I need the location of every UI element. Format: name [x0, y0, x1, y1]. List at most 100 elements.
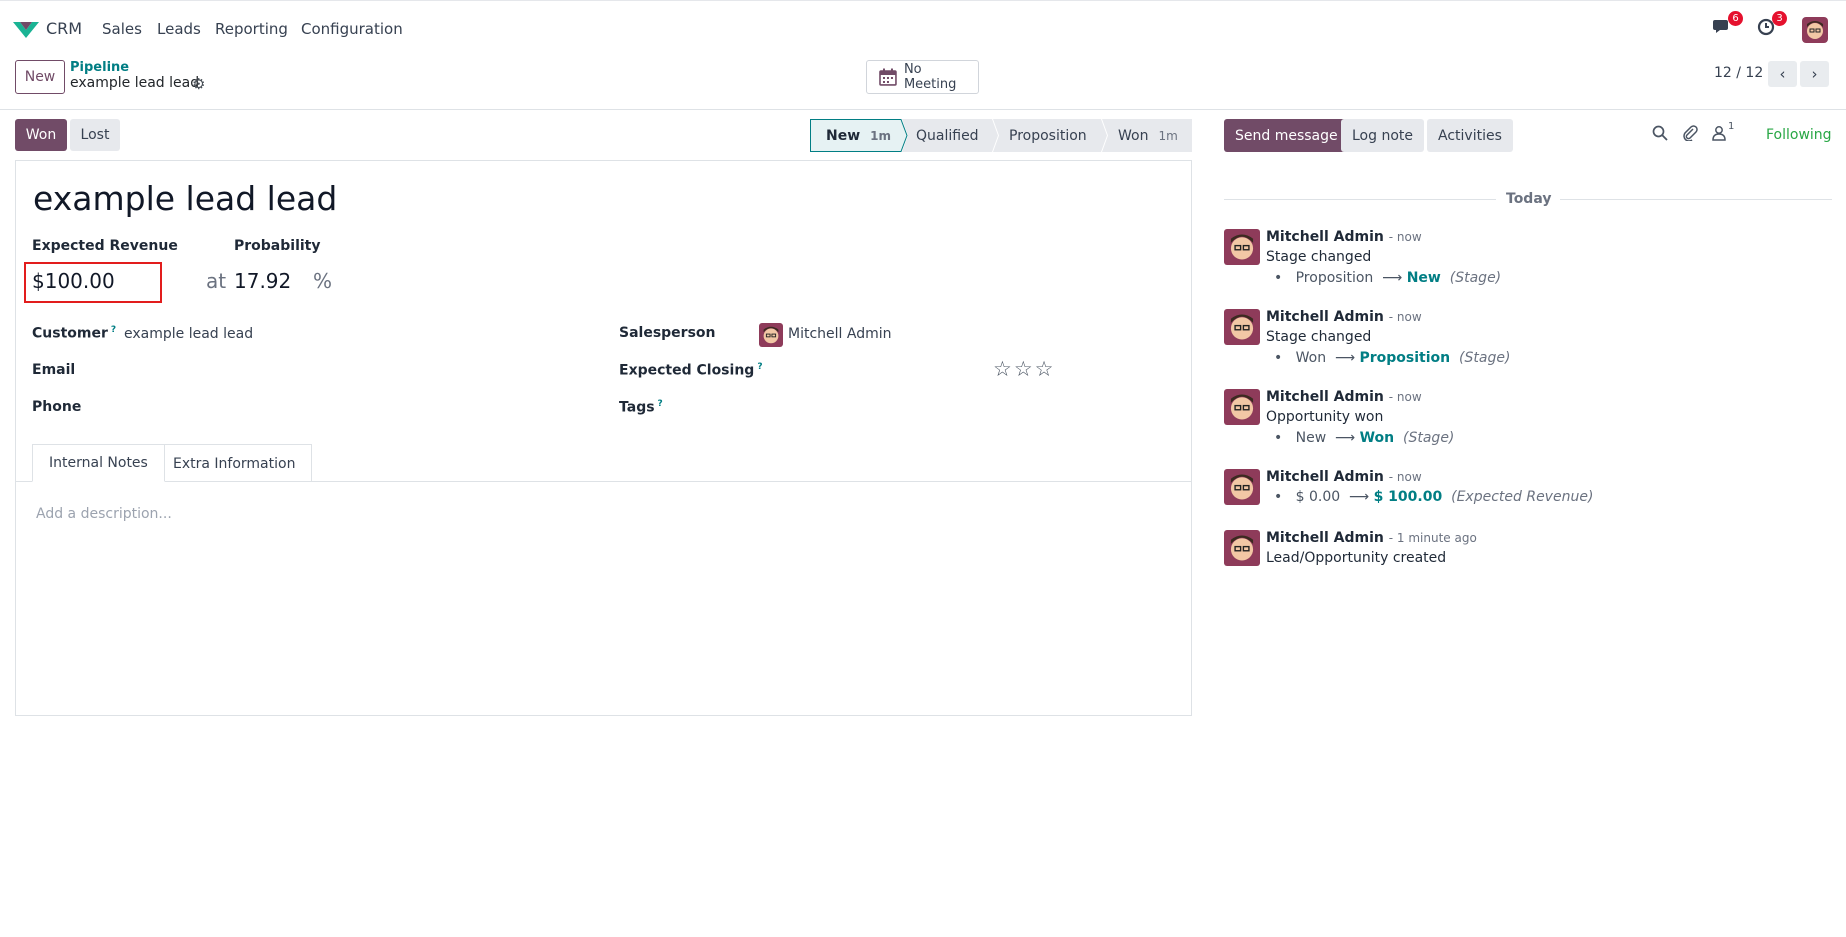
chevron-right-icon: ›	[1811, 65, 1818, 83]
new-value: Won	[1359, 430, 1395, 446]
description-editor[interactable]: Add a description...	[36, 506, 172, 522]
expected-closing-label: Expected Closing?	[619, 362, 763, 379]
menu-reporting[interactable]: Reporting	[215, 20, 288, 38]
customer-label-text: Customer	[32, 325, 108, 342]
stage-new[interactable]: New 1m	[826, 119, 891, 152]
author-avatar[interactable]	[1224, 530, 1260, 566]
star-icon[interactable]: ☆	[1014, 357, 1035, 381]
message-author[interactable]: Mitchell Admin - 1 minute ago	[1266, 530, 1477, 546]
expected-closing-label-text: Expected Closing	[619, 362, 755, 379]
stage-won-duration: 1m	[1158, 128, 1178, 143]
probability-input[interactable]: 17.92	[234, 269, 291, 293]
pager-previous-button[interactable]: ‹	[1768, 61, 1797, 87]
star-icon[interactable]: ☆	[1035, 357, 1056, 381]
avatar-icon	[1224, 309, 1260, 345]
message-body: Stage changed	[1266, 249, 1372, 265]
author-avatar[interactable]	[1224, 469, 1260, 505]
email-field[interactable]	[124, 359, 594, 383]
new-value: Proposition	[1359, 350, 1451, 366]
message-author[interactable]: Mitchell Admin - now	[1266, 389, 1422, 405]
date-separator: Today	[1506, 191, 1552, 207]
new-button[interactable]: New	[15, 60, 65, 94]
salesperson-field[interactable]: Mitchell Admin	[788, 326, 892, 342]
stage-proposition-label: Proposition	[1009, 127, 1087, 144]
pager-next-button[interactable]: ›	[1800, 61, 1829, 87]
message-time: - now	[1388, 310, 1422, 324]
phone-field[interactable]	[124, 396, 594, 420]
stage-qualified[interactable]: Qualified	[916, 119, 979, 152]
menu-configuration[interactable]: Configuration	[301, 20, 403, 38]
tracking-value: • New ⟶ Won (Stage)	[1274, 430, 1455, 446]
stage-proposition[interactable]: Proposition	[1009, 119, 1087, 152]
activities-badge: 3	[1772, 11, 1787, 26]
menu-sales[interactable]: Sales	[102, 20, 142, 38]
crm-logo-icon[interactable]	[12, 20, 40, 40]
app-name[interactable]: CRM	[46, 19, 82, 38]
priority-stars: ☆☆☆	[993, 357, 1055, 381]
message-time: - now	[1388, 390, 1422, 404]
stage-won[interactable]: Won 1m	[1118, 119, 1178, 152]
help-marker[interactable]: ?	[111, 325, 116, 335]
old-value: Proposition	[1295, 270, 1374, 286]
stage-new-label: New	[826, 127, 861, 144]
date-separator-line	[1224, 199, 1496, 200]
control-panel: New Pipeline example lead lead ⚙ No Meet…	[0, 58, 1846, 110]
author-name: Mitchell Admin	[1266, 229, 1384, 245]
search-icon[interactable]	[1652, 125, 1668, 145]
mark-lost-button[interactable]: Lost	[70, 119, 120, 151]
breadcrumb-current: example lead lead	[70, 75, 200, 91]
lead-title[interactable]: example lead lead	[33, 179, 337, 218]
chevron-left-icon: ‹	[1779, 65, 1786, 83]
star-icon[interactable]: ☆	[993, 357, 1014, 381]
field-name: (Stage)	[1449, 270, 1502, 286]
old-value: New	[1295, 430, 1327, 446]
author-avatar[interactable]	[1224, 229, 1260, 265]
expected-closing-field[interactable]	[759, 359, 959, 383]
message-time: - now	[1388, 470, 1422, 484]
user-avatar-icon	[1802, 17, 1828, 43]
user-avatar[interactable]	[1802, 17, 1828, 43]
message-author[interactable]: Mitchell Admin - now	[1266, 309, 1422, 325]
paperclip-icon[interactable]	[1682, 125, 1698, 145]
messages-badge: 6	[1728, 11, 1743, 26]
tab-internal-notes[interactable]: Internal Notes	[32, 444, 165, 482]
breadcrumb-pipeline[interactable]: Pipeline	[70, 60, 129, 75]
field-name: (Stage)	[1403, 430, 1455, 446]
author-avatar[interactable]	[1224, 309, 1260, 345]
message-time: - now	[1388, 230, 1422, 244]
tracking-value: • Proposition ⟶ New (Stage)	[1274, 270, 1502, 286]
new-value: New	[1406, 270, 1441, 286]
message-author[interactable]: Mitchell Admin - now	[1266, 229, 1422, 245]
activities-button[interactable]: 3	[1756, 11, 1787, 37]
pager-value[interactable]: 12 / 12	[1714, 65, 1763, 81]
activities-button[interactable]: Activities	[1427, 119, 1513, 152]
tags-field[interactable]	[759, 396, 1179, 420]
avatar-icon	[1224, 530, 1260, 566]
mark-won-button[interactable]: Won	[15, 119, 67, 151]
email-label: Email	[32, 362, 76, 378]
expected-revenue-input[interactable]: $100.00	[32, 269, 115, 293]
send-message-button[interactable]: Send message	[1224, 119, 1349, 152]
log-note-button[interactable]: Log note	[1341, 119, 1424, 152]
customer-field[interactable]: example lead lead	[124, 326, 253, 342]
followers-button[interactable]: 1	[1712, 121, 1734, 141]
tags-label-text: Tags	[619, 399, 655, 416]
expected-revenue-label: Expected Revenue	[32, 238, 178, 254]
author-avatar[interactable]	[1224, 389, 1260, 425]
meeting-label: No Meeting	[903, 62, 957, 92]
messaging-button[interactable]: 6	[1712, 11, 1743, 37]
menu-leads[interactable]: Leads	[157, 20, 201, 38]
message-author[interactable]: Mitchell Admin - now	[1266, 469, 1422, 485]
message-body: Lead/Opportunity created	[1266, 550, 1447, 566]
help-marker[interactable]: ?	[658, 399, 663, 409]
field-name: (Stage)	[1459, 350, 1511, 366]
followers-count: 1	[1728, 121, 1735, 132]
form-sheet: example lead lead Expected Revenue Proba…	[15, 160, 1192, 716]
gear-icon[interactable]: ⚙	[192, 75, 205, 93]
date-separator-line	[1560, 199, 1832, 200]
meeting-button[interactable]: No Meeting	[866, 60, 979, 94]
tab-extra-information[interactable]: Extra Information	[157, 444, 313, 482]
old-value: $ 0.00	[1295, 489, 1341, 505]
stage-qualified-label: Qualified	[916, 127, 979, 144]
following-button[interactable]: Following	[1766, 127, 1832, 143]
